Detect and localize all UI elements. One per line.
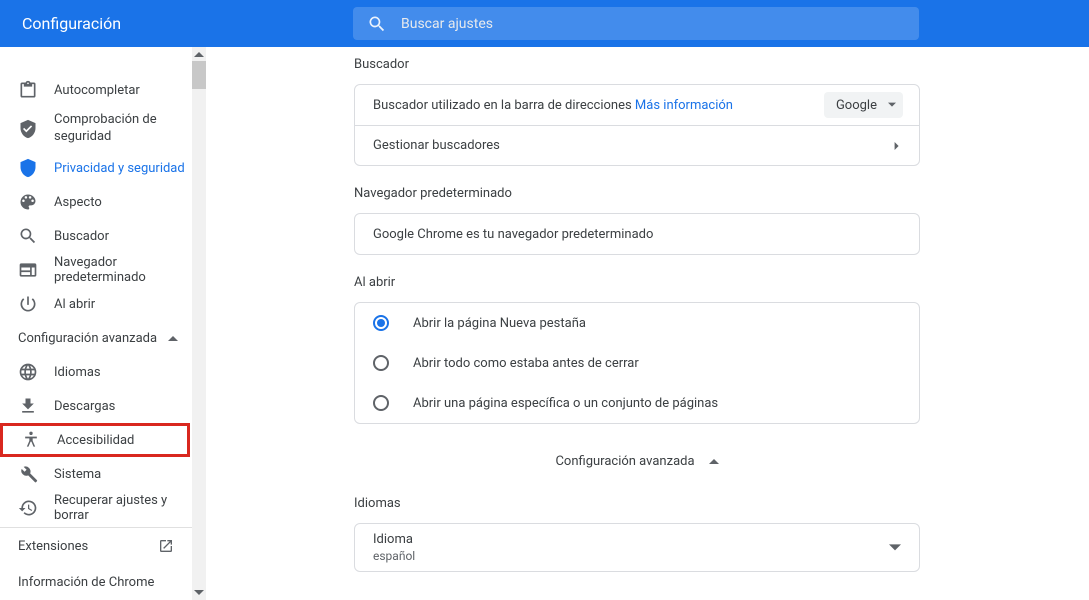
default-browser-card: Google Chrome es tu navegador predetermi… (354, 213, 920, 255)
power-icon (18, 294, 38, 314)
sidebar-item-label: Privacidad y seguridad (54, 161, 185, 176)
wrench-icon (18, 464, 38, 484)
accessibility-icon (21, 430, 41, 450)
web-icon (18, 260, 38, 280)
sidebar-item-default-browser[interactable]: Navegador predeterminado (0, 253, 192, 287)
chevron-down-icon (889, 542, 901, 554)
section-title: Idiomas (354, 496, 920, 511)
language-row[interactable]: Idioma español (355, 524, 919, 571)
sidebar: Autocompletar Comprobación de seguridad … (0, 47, 192, 600)
sidebar-advanced-toggle[interactable]: Configuración avanzada (0, 321, 192, 355)
page-title: Configuración (22, 14, 121, 33)
sidebar-item-label: Aspecto (54, 195, 102, 210)
radio-icon (373, 355, 389, 371)
scroll-up-button[interactable] (192, 47, 206, 61)
sidebar-item-autofill[interactable]: Autocompletar (0, 73, 192, 107)
radio-checked-icon (373, 315, 389, 331)
palette-icon (18, 192, 38, 212)
search-box[interactable] (353, 7, 919, 40)
advanced-toggle-label: Configuración avanzada (555, 454, 694, 469)
more-info-link[interactable]: Más información (635, 98, 733, 113)
section-on-startup: Al abrir Abrir la página Nueva pestaña A… (354, 275, 920, 424)
startup-option-label: Abrir todo como estaba antes de cerrar (413, 356, 639, 371)
section-title: Buscador (354, 57, 920, 72)
sidebar-item-label: Recuperar ajustes y borrar (54, 493, 192, 523)
sidebar-item-on-startup[interactable]: Al abrir (0, 287, 192, 321)
radio-icon (373, 395, 389, 411)
sidebar-item-label: Navegador predeterminado (54, 255, 192, 285)
sidebar-item-label: Comprobación de seguridad (54, 112, 192, 146)
caret-right-icon (893, 142, 901, 150)
scroll-thumb[interactable] (192, 61, 206, 89)
languages-card: Idioma español (354, 523, 920, 572)
sidebar-item-label: Descargas (54, 399, 115, 414)
sidebar-item-label: Accesibilidad (57, 433, 134, 448)
sidebar-about-label: Información de Chrome (18, 575, 154, 590)
sidebar-item-languages[interactable]: Idiomas (0, 355, 192, 389)
launch-icon (158, 538, 174, 554)
sidebar-item-appearance[interactable]: Aspecto (0, 185, 192, 219)
shield-icon (18, 158, 38, 178)
sidebar-item-downloads[interactable]: Descargas (0, 389, 192, 423)
startup-option-label: Abrir la página Nueva pestaña (413, 316, 586, 331)
startup-option-label: Abrir una página específica o un conjunt… (413, 396, 718, 411)
section-default-browser: Navegador predeterminado Google Chrome e… (354, 186, 920, 255)
search-engine-value: Google (836, 98, 877, 113)
sidebar-item-reset[interactable]: Recuperar ajustes y borrar (0, 491, 192, 525)
startup-option-continue[interactable]: Abrir todo como estaba antes de cerrar (355, 343, 919, 383)
search-engine-card: Buscador utilizado en la barra de direcc… (354, 84, 920, 166)
startup-option-specific[interactable]: Abrir una página específica o un conjunt… (355, 383, 919, 423)
sidebar-item-label: Sistema (54, 467, 101, 482)
default-browser-row: Google Chrome es tu navegador predetermi… (355, 214, 919, 254)
section-search-engine: Buscador Buscador utilizado en la barra … (354, 57, 920, 166)
download-icon (18, 396, 38, 416)
advanced-toggle[interactable]: Configuración avanzada (354, 444, 920, 478)
clipboard-icon (18, 80, 38, 100)
sidebar-item-label: Idiomas (54, 365, 101, 380)
caret-up-icon (194, 49, 204, 59)
section-title: Navegador predeterminado (354, 186, 920, 201)
sidebar-extensions-label: Extensiones (18, 539, 88, 554)
sidebar-item-accessibility[interactable]: Accesibilidad (0, 423, 190, 457)
top-bar: Configuración (0, 0, 1089, 47)
search-input[interactable] (401, 16, 919, 32)
language-value: español (373, 549, 415, 563)
scroll-down-button[interactable] (192, 586, 206, 600)
search-icon (18, 226, 38, 246)
section-languages: Idiomas Idioma español (354, 496, 920, 572)
startup-option-newtab[interactable]: Abrir la página Nueva pestaña (355, 303, 919, 343)
restore-icon (18, 498, 38, 518)
language-label: Idioma (373, 532, 415, 547)
section-title: Al abrir (354, 275, 920, 290)
sidebar-item-label: Al abrir (54, 297, 95, 312)
on-startup-card: Abrir la página Nueva pestaña Abrir todo… (354, 302, 920, 424)
default-browser-text: Google Chrome es tu navegador predetermi… (373, 227, 653, 242)
sidebar-item-about[interactable]: Información de Chrome (0, 564, 192, 600)
search-engine-select[interactable]: Google (824, 92, 903, 118)
globe-icon (18, 362, 38, 382)
sidebar-item-safety[interactable]: Comprobación de seguridad (0, 107, 192, 151)
sidebar-item-label: Autocompletar (54, 83, 140, 98)
sidebar-item-extensions[interactable]: Extensiones (0, 528, 192, 564)
caret-up-icon (709, 456, 719, 466)
search-engine-row: Buscador utilizado en la barra de direcc… (355, 85, 919, 125)
caret-up-icon (168, 333, 178, 343)
sidebar-item-privacy[interactable]: Privacidad y seguridad (0, 151, 192, 185)
sidebar-advanced-label: Configuración avanzada (18, 331, 157, 346)
sidebar-item-search-engine[interactable]: Buscador (0, 219, 192, 253)
shield-check-icon (18, 119, 38, 139)
manage-search-engines-row[interactable]: Gestionar buscadores (355, 125, 919, 165)
search-engine-text: Buscador utilizado en la barra de direcc… (373, 98, 733, 113)
sidebar-item-label: Buscador (54, 229, 109, 244)
manage-search-engines-label: Gestionar buscadores (373, 138, 500, 153)
sidebar-item-system[interactable]: Sistema (0, 457, 192, 491)
caret-down-icon (888, 101, 896, 109)
sidebar-scrollbar[interactable] (192, 47, 206, 600)
search-icon (367, 14, 387, 34)
caret-down-icon (194, 588, 204, 598)
content-area: Buscador Buscador utilizado en la barra … (206, 47, 1089, 600)
